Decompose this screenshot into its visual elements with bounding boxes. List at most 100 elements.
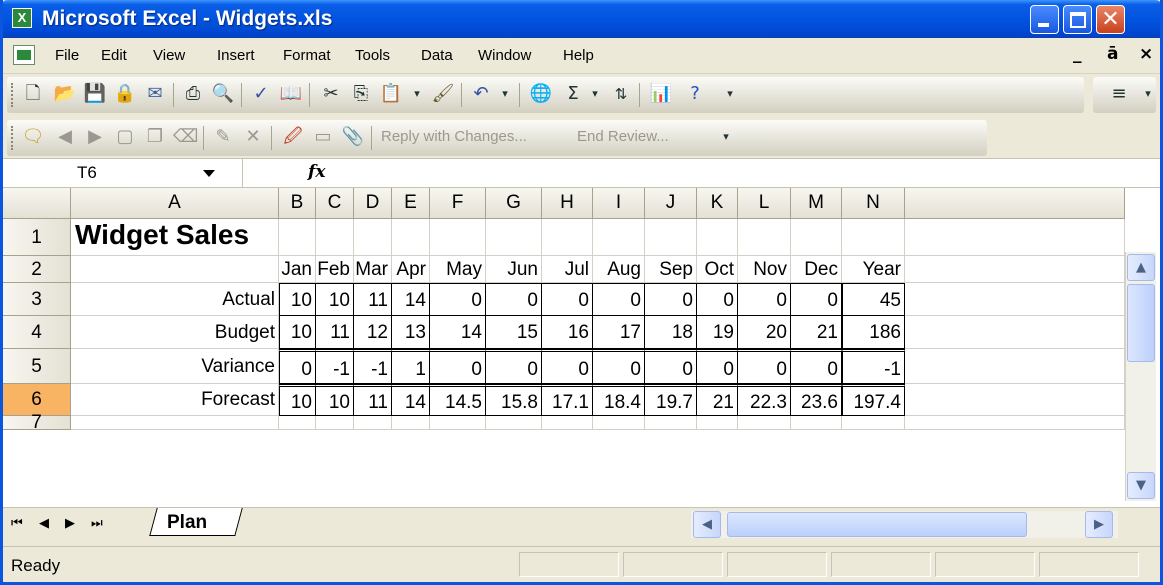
month-header[interactable]: Oct [697,256,738,283]
table-cell[interactable] [316,219,354,256]
reviewing-options-icon[interactable]: ▾ [719,125,733,149]
spelling-icon[interactable]: ✓ [249,82,273,106]
value-cell[interactable]: 0 [542,283,593,316]
month-header[interactable]: Jun [486,256,542,283]
vertical-scroll-thumb[interactable] [1127,284,1155,362]
table-cell[interactable] [905,219,1125,256]
value-cell[interactable]: 14 [392,283,430,316]
value-cell[interactable]: 0 [697,283,738,316]
row-header[interactable]: 4 [3,316,71,349]
row-label[interactable]: Forecast [71,384,279,416]
row-header[interactable]: 2 [3,256,71,283]
value-cell[interactable]: 11 [316,316,354,349]
show-comment-icon[interactable]: ▢ [113,125,137,149]
sheet-title[interactable]: Widget Sales [71,219,279,256]
toolbar-grip[interactable] [11,83,14,107]
column-header[interactable]: I [593,188,645,219]
value-cell[interactable]: 10 [316,283,354,316]
next-sheet-icon[interactable]: ▶ [65,516,75,531]
month-header[interactable]: Jul [542,256,593,283]
print-preview-icon[interactable]: 🔍 [211,82,235,106]
name-box-dropdown-icon[interactable] [203,170,215,177]
maximize-button[interactable] [1063,5,1092,34]
value-cell[interactable]: 15.8 [486,384,542,416]
month-header[interactable]: Feb [316,256,354,283]
column-header[interactable] [905,188,1125,219]
value-cell[interactable]: 0 [542,349,593,384]
value-cell[interactable]: 20 [738,316,791,349]
table-cell[interactable] [645,219,697,256]
table-cell[interactable] [905,316,1125,349]
menu-format[interactable]: Format [283,47,331,64]
table-cell[interactable] [71,416,279,430]
table-cell[interactable] [738,416,791,430]
attach-icon[interactable]: 📎 [341,125,365,149]
close-button[interactable]: ✕ [1096,5,1125,34]
menu-help[interactable]: Help [563,47,594,64]
column-header[interactable]: A [71,188,279,219]
value-cell[interactable]: 0 [430,349,486,384]
value-cell[interactable]: 15 [486,316,542,349]
hyperlink-icon[interactable]: 🌐 [529,82,553,106]
previous-comment-icon[interactable]: ◀ [53,125,77,149]
new-icon[interactable]: 🗋 [21,82,45,106]
table-cell[interactable] [842,416,905,430]
end-review-button[interactable]: End Review... [577,128,669,145]
value-cell[interactable]: -1 [354,349,392,384]
row-label[interactable]: Variance [71,349,279,384]
table-cell[interactable] [392,219,430,256]
value-cell[interactable]: 19.7 [645,384,697,416]
table-cell[interactable] [593,219,645,256]
value-cell[interactable]: 16 [542,316,593,349]
menu-insert[interactable]: Insert [217,47,255,64]
value-cell[interactable]: 1 [392,349,430,384]
value-cell[interactable]: 0 [791,283,842,316]
table-cell[interactable] [905,256,1125,283]
email-icon[interactable]: ✉ [143,82,167,106]
table-cell[interactable] [71,256,279,283]
table-cell[interactable] [791,219,842,256]
paste-dropdown-icon[interactable]: ▾ [405,82,429,106]
value-cell[interactable]: 45 [842,283,905,316]
column-header[interactable]: D [354,188,392,219]
value-cell[interactable]: 10 [279,316,316,349]
undo-icon[interactable]: ↶ [469,82,493,106]
delete-comment-icon[interactable]: ⌫ [173,125,198,149]
value-cell[interactable]: 18.4 [593,384,645,416]
value-cell[interactable]: 0 [486,283,542,316]
column-header[interactable]: F [430,188,486,219]
table-cell[interactable] [905,416,1125,430]
value-cell[interactable]: 12 [354,316,392,349]
align-icon[interactable]: ≡ [1107,82,1131,106]
row-label[interactable]: Actual [71,283,279,316]
table-cell[interactable] [354,416,392,430]
value-cell[interactable]: 14.5 [430,384,486,416]
paste-icon[interactable]: 📋 [379,82,403,106]
row-header[interactable]: 3 [3,283,71,316]
sort-ascending-icon[interactable]: ⇅ [609,82,633,106]
cut-icon[interactable]: ✂ [319,82,343,106]
value-cell[interactable]: 186 [842,316,905,349]
table-cell[interactable] [392,416,430,430]
menu-edit[interactable]: Edit [101,47,127,64]
table-cell[interactable] [279,219,316,256]
value-cell[interactable]: 0 [279,349,316,384]
show-all-comments-icon[interactable]: ❐ [143,125,167,149]
workbook-icon[interactable] [13,45,35,65]
value-cell[interactable]: 14 [392,384,430,416]
value-cell[interactable]: 10 [279,384,316,416]
month-header[interactable]: Jan [279,256,316,283]
table-cell[interactable] [354,219,392,256]
table-cell[interactable] [542,416,593,430]
month-header[interactable]: Sep [645,256,697,283]
last-sheet-icon[interactable]: ⏭ [91,516,103,531]
new-comment-icon[interactable]: 🗨 [21,125,45,149]
row-header[interactable]: 5 [3,349,71,384]
formatting-options-icon[interactable]: ▾ [1141,82,1155,106]
column-header[interactable]: C [316,188,354,219]
scroll-up-icon[interactable]: ▲ [1127,254,1155,281]
doc-restore-icon[interactable]: ā [1107,44,1118,64]
menu-view[interactable]: View [153,47,185,64]
value-cell[interactable]: 0 [645,349,697,384]
column-header[interactable]: E [392,188,430,219]
